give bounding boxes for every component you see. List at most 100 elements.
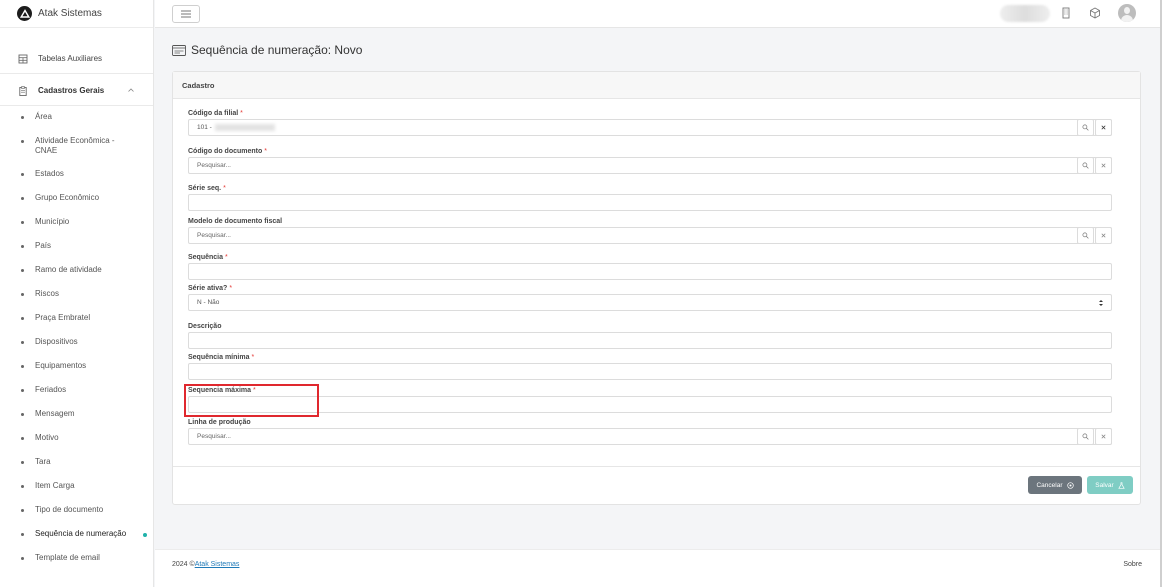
sidebar-sub-item[interactable]: Mensagem <box>0 409 153 433</box>
bullet-dot <box>21 221 24 224</box>
bullet-dot <box>21 533 24 536</box>
search-button[interactable] <box>1077 428 1094 445</box>
field-serie-ativa: Série ativa? * N - Não <box>188 283 1112 311</box>
sidebar-sub-item[interactable]: Atividade Econômica - CNAE <box>0 136 153 169</box>
field-label: Série ativa? <box>188 285 228 292</box>
sidebar-sub-item[interactable]: Sequência de numeração <box>0 529 153 553</box>
bullet-dot <box>21 173 24 176</box>
sidebar-sub-item-label: Tipo de documento <box>35 505 104 514</box>
sidebar-sub-item[interactable]: Equipamentos <box>0 361 153 385</box>
sidebar-sub-item-label: Tara <box>35 457 51 466</box>
bullet-dot <box>21 485 24 488</box>
required-mark: * <box>225 254 228 261</box>
field-value: N - Não <box>197 299 220 306</box>
field-label: Código da filial <box>188 110 239 117</box>
bullet-dot <box>21 413 24 416</box>
sidebar-sub-item-label: Feriados <box>35 385 67 394</box>
sidebar-sub-item[interactable]: Riscos <box>0 289 153 313</box>
atak-logo-icon <box>17 6 32 21</box>
clear-button[interactable] <box>1095 428 1112 445</box>
form-icon <box>172 44 186 56</box>
sidebar-item-cadastros-gerais[interactable]: Cadastros Gerais <box>0 78 153 103</box>
sidebar-item-label: Tabelas Auxiliares <box>38 54 103 63</box>
topbar <box>155 0 1162 28</box>
sidebar-sub-item-label: Mensagem <box>35 409 75 418</box>
serie-seq-input[interactable] <box>188 194 1112 211</box>
bullet-dot <box>21 557 24 560</box>
bullet-dot <box>21 293 24 296</box>
sidebar-sub-item-label: Praça Embratel <box>35 313 91 322</box>
sidebar-sub-item[interactable]: País <box>0 241 153 265</box>
sidebar-item-tabelas-auxiliares[interactable]: Tabelas Auxiliares <box>0 46 153 71</box>
search-button[interactable] <box>1077 157 1094 174</box>
sidebar-sub-item[interactable]: Estados <box>0 169 153 193</box>
field-label: Linha de produção <box>188 419 251 426</box>
search-button[interactable] <box>1077 227 1094 244</box>
field-sequencia-minima: Sequência mínima * <box>188 352 1112 380</box>
bullet-dot <box>21 269 24 272</box>
sidebar-sub-item[interactable]: Template de email <box>0 553 153 577</box>
menu-toggle-button[interactable] <box>172 5 200 23</box>
sidebar-sub-item[interactable]: Feriados <box>0 385 153 409</box>
linha-producao-input[interactable]: Pesquisar... <box>188 428 1112 445</box>
sidebar-sub-item[interactable]: Item Carga <box>0 481 153 505</box>
sidebar-item-label: Cadastros Gerais <box>38 86 105 95</box>
sidebar-sub-item[interactable]: Grupo Econômico <box>0 193 153 217</box>
save-button[interactable]: Salvar <box>1087 476 1133 494</box>
sidebar: Atak Sistemas Tabelas Auxiliares Cadastr… <box>0 0 154 587</box>
avatar[interactable] <box>1118 4 1136 22</box>
company-link[interactable]: Atak Sistemas <box>195 561 240 568</box>
field-sequencia-maxima: Sequencia máxima * <box>188 385 1112 413</box>
sidebar-sub-item[interactable]: Área <box>0 112 153 136</box>
sequencia-minima-input[interactable] <box>188 363 1112 380</box>
sidebar-sub-item[interactable]: Município <box>0 217 153 241</box>
sidebar-sub-item-label: Sequência de numeração <box>35 529 127 538</box>
cancel-button[interactable]: Cancelar <box>1028 476 1082 494</box>
sequencia-input[interactable] <box>188 263 1112 280</box>
brand[interactable]: Atak Sistemas <box>0 0 153 28</box>
sidebar-sub-item-label: Riscos <box>35 289 60 298</box>
close-icon <box>1101 434 1106 439</box>
field-value: 101 - <box>197 124 212 131</box>
field-sequencia: Sequência * <box>188 252 1112 280</box>
search-icon <box>1082 433 1089 440</box>
sidebar-sub-item[interactable]: Motivo <box>0 433 153 457</box>
search-button[interactable] <box>1077 119 1094 136</box>
save-flask-icon <box>1117 481 1125 489</box>
modelo-documento-fiscal-input[interactable]: Pesquisar... <box>188 227 1112 244</box>
required-mark: * <box>240 110 243 117</box>
sidebar-sub-item[interactable]: Tara <box>0 457 153 481</box>
sidebar-sub-item[interactable]: Tipo de documento <box>0 505 153 529</box>
field-placeholder: Pesquisar... <box>197 433 231 440</box>
clear-button[interactable] <box>1095 157 1112 174</box>
clear-button[interactable] <box>1095 227 1112 244</box>
select-arrows-icon <box>1099 300 1103 306</box>
sidebar-sub-item-label: Estados <box>35 169 64 178</box>
sidebar-sub-item[interactable]: Praça Embratel <box>0 313 153 337</box>
sidebar-sub-item[interactable]: Dispositivos <box>0 337 153 361</box>
sequencia-maxima-input[interactable] <box>188 396 1112 413</box>
bullet-dot <box>21 461 24 464</box>
codigo-filial-input[interactable]: 101 - <box>188 119 1112 136</box>
sidebar-sub-item-label: Template de email <box>35 553 100 562</box>
field-descricao: Descrição <box>188 321 1112 349</box>
page-footer: 2024 ©Atak Sistemas Sobre <box>155 549 1162 587</box>
cube-icon[interactable] <box>1089 7 1101 19</box>
brand-name: Atak Sistemas <box>38 8 102 19</box>
codigo-documento-input[interactable]: Pesquisar... <box>188 157 1112 174</box>
search-icon <box>1082 124 1089 131</box>
close-icon <box>1101 233 1106 238</box>
serie-ativa-select[interactable]: N - Não <box>188 294 1112 311</box>
descricao-input[interactable] <box>188 332 1112 349</box>
about-link[interactable]: Sobre <box>1123 561 1142 568</box>
card-footer: Cancelar Salvar <box>173 466 1140 504</box>
sidebar-sub-item[interactable]: Ramo de atividade <box>0 265 153 289</box>
field-codigo-documento: Código do documento * Pesquisar... <box>188 146 1112 174</box>
bullet-dot <box>21 140 24 143</box>
clear-button[interactable] <box>1095 119 1112 136</box>
building-icon[interactable] <box>1060 7 1072 19</box>
sidebar-sub-item-label: Motivo <box>35 433 59 442</box>
required-mark: * <box>264 148 267 155</box>
cancel-circle-icon <box>1066 481 1074 489</box>
required-mark: * <box>223 185 226 192</box>
